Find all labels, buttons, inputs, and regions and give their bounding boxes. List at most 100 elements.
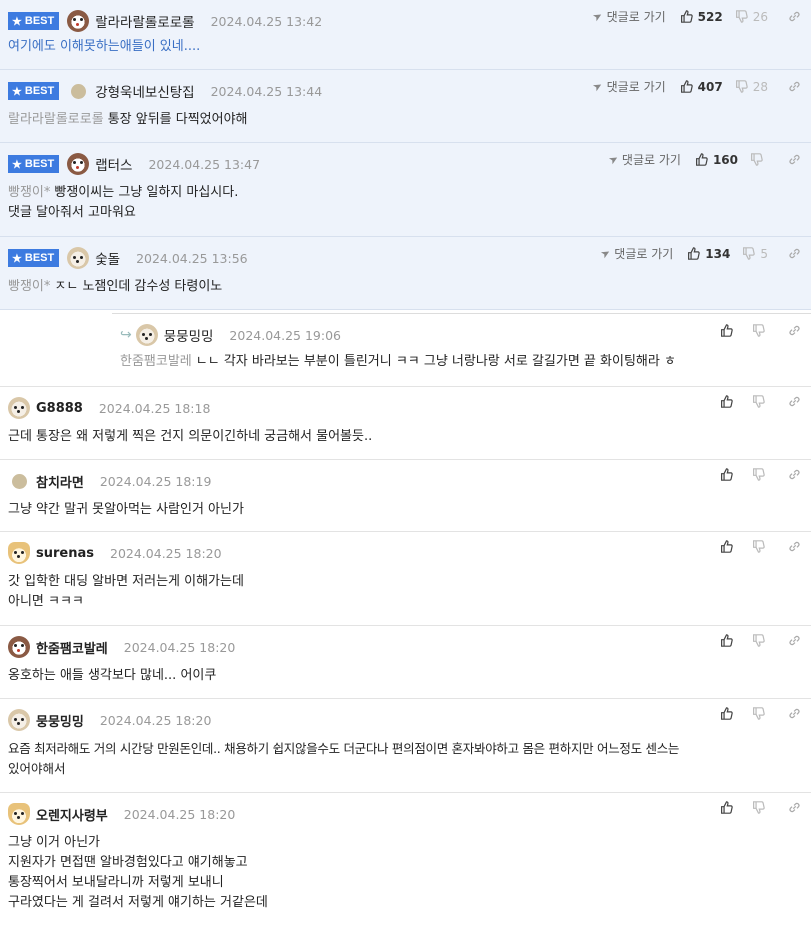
- comment-text: 근데 통장은 왜 저렇게 찍은 건지 의문이긴하네 궁금해서 물어볼듯..: [8, 429, 373, 444]
- dislike-button[interactable]: 28: [735, 80, 768, 94]
- link-icon[interactable]: [788, 10, 801, 23]
- like-button[interactable]: 407: [680, 80, 723, 94]
- star-icon: ★: [12, 15, 22, 28]
- best-badge: ★ BEST: [8, 249, 60, 267]
- like-button[interactable]: 134: [687, 247, 730, 261]
- comment-item: ★ BEST 랩터스 2024.04.25 13:47 ➤ 댓글로 가기 160 빵…: [0, 143, 811, 237]
- nickname[interactable]: G8888: [36, 401, 83, 416]
- dislike-button[interactable]: [752, 801, 770, 814]
- goto-comment-link[interactable]: ➤ 댓글로 가기: [590, 8, 666, 25]
- like-button[interactable]: [720, 324, 738, 337]
- dog-avatar-icon[interactable]: [67, 10, 90, 32]
- comment-actions: ➤ 댓글로 가기 522 26: [590, 8, 801, 25]
- link-icon[interactable]: [788, 634, 801, 647]
- puppy-avatar-icon[interactable]: [67, 247, 90, 269]
- dislike-button[interactable]: 26: [735, 10, 768, 24]
- like-button[interactable]: [720, 801, 738, 814]
- comment-item: G8888 2024.04.25 18:18 근데 통장은 왜 저렇게 찍은 건…: [0, 387, 811, 460]
- comment-actions: [720, 324, 801, 337]
- like-button[interactable]: 160: [695, 153, 738, 167]
- timestamp: 2024.04.25 18:20: [110, 545, 222, 561]
- circle-avatar-icon[interactable]: [12, 473, 27, 489]
- puppy-avatar-icon[interactable]: [8, 709, 30, 731]
- reply-target[interactable]: 빵쟁이*: [8, 279, 50, 294]
- thumbs-up-icon: [720, 324, 733, 337]
- dislike-button[interactable]: [752, 324, 770, 337]
- nickname[interactable]: 랩터스: [95, 154, 132, 174]
- puppy-avatar-icon[interactable]: [8, 397, 30, 419]
- link-icon[interactable]: [788, 153, 801, 166]
- dog-avatar-icon[interactable]: [8, 636, 30, 658]
- link-icon[interactable]: [788, 395, 801, 408]
- link-icon[interactable]: [788, 247, 801, 260]
- reply-arrow-icon: ↪: [120, 327, 132, 343]
- circle-avatar-icon[interactable]: [71, 83, 87, 99]
- best-badge: ★ BEST: [8, 155, 60, 173]
- like-button[interactable]: [720, 540, 738, 553]
- reply-target[interactable]: 빵쟁이*: [8, 185, 50, 200]
- dislike-button[interactable]: [752, 707, 770, 720]
- dislike-button[interactable]: [752, 540, 770, 553]
- link-icon[interactable]: [788, 80, 801, 93]
- timestamp: 2024.04.25 13:56: [136, 250, 248, 266]
- thumbs-down-icon: [752, 324, 765, 337]
- like-button[interactable]: [720, 634, 738, 647]
- reply-target[interactable]: 한줌팸코발레: [120, 354, 192, 369]
- dislike-button[interactable]: [752, 468, 770, 481]
- nickname[interactable]: 한줌팸코발레: [36, 638, 108, 657]
- timestamp: 2024.04.25 13:47: [148, 156, 261, 172]
- goto-comment-link[interactable]: ➤ 댓글로 가기: [591, 78, 666, 95]
- nickname[interactable]: surenas: [36, 546, 94, 561]
- thumbs-up-icon: [720, 801, 733, 814]
- goto-comment-link[interactable]: ➤ 댓글로 가기: [598, 245, 673, 262]
- like-button[interactable]: 522: [680, 10, 723, 24]
- like-button[interactable]: [720, 707, 738, 720]
- comment-item: ★ BEST 랄라라랄롤로로롤 2024.04.25 13:42 ➤ 댓글로 가기 …: [0, 0, 811, 70]
- thumbs-down-icon: [750, 153, 763, 166]
- link-icon[interactable]: [788, 540, 801, 553]
- link-icon[interactable]: [788, 801, 801, 814]
- comment-text: 요즘 최저라해도 거의 시간당 만원돈인데.. 채용하기 쉽지않을수도 더군다나…: [8, 741, 680, 776]
- nickname[interactable]: 숯돌: [95, 248, 120, 268]
- thumbs-up-icon: [720, 395, 733, 408]
- puppy-avatar-icon[interactable]: [135, 324, 158, 346]
- fox-avatar-icon[interactable]: [8, 542, 30, 564]
- nickname[interactable]: 뭉뭉밍밍: [36, 711, 84, 730]
- comment-text: 빵쟁이* 빵쟁이씨는 그냥 일하지 마십시다. 댓글 달아줘서 고마워요: [8, 185, 239, 220]
- send-arrow-icon: ➤: [598, 245, 613, 262]
- thumbs-down-icon: [742, 247, 756, 260]
- dog-avatar-icon[interactable]: [67, 153, 90, 175]
- comment-actions: ➤ 댓글로 가기 407 28: [591, 78, 801, 95]
- comment-text: 그냥 이거 아닌가 지원자가 면접땐 알바경험있다고 얘기해놓고 통장찍어서 보…: [8, 835, 268, 910]
- comment-actions: ➤ 댓글로 가기 134 5: [598, 245, 801, 262]
- link-icon[interactable]: [788, 707, 801, 720]
- link-icon[interactable]: [788, 324, 801, 337]
- comment-text: 한줌팸코발레 ㄴㄴ 각자 바라보는 부분이 틀린거니 ㅋㅋ 그냥 너랑나랑 서로 …: [120, 354, 676, 369]
- comment-text: 갓 입학한 대딩 알바면 저러는게 이해가는데 아니면 ㅋㅋㅋ: [8, 574, 244, 609]
- goto-comment-link[interactable]: ➤ 댓글로 가기: [606, 151, 681, 168]
- nickname[interactable]: 뭉뭉밍밍: [164, 325, 214, 345]
- like-button[interactable]: [720, 468, 738, 481]
- dislike-button[interactable]: [752, 395, 770, 408]
- send-arrow-icon: ➤: [590, 8, 606, 25]
- dislike-button[interactable]: [750, 153, 768, 166]
- thumbs-up-icon: [695, 153, 708, 166]
- star-icon: ★: [12, 85, 22, 98]
- thumbs-down-icon: [752, 540, 765, 553]
- dislike-button[interactable]: [752, 634, 770, 647]
- nickname[interactable]: 랄라라랄롤로로롤: [95, 11, 194, 31]
- thumbs-up-icon: [680, 80, 693, 93]
- thumbs-down-icon: [752, 634, 765, 647]
- fox-avatar-icon[interactable]: [8, 803, 30, 825]
- comment-item: 참치라면 2024.04.25 18:19 그냥 약간 말귀 못알아먹는 사람인…: [0, 460, 811, 532]
- like-button[interactable]: [720, 395, 738, 408]
- reply-target[interactable]: 랄라라랄롤로로롤: [8, 112, 104, 127]
- comment-text: 옹호하는 애들 생각보다 많네... 어이쿠: [8, 668, 217, 683]
- link-icon[interactable]: [788, 468, 801, 481]
- dislike-button[interactable]: 5: [742, 247, 768, 261]
- nickname[interactable]: 오렌지사령부: [36, 805, 108, 824]
- comment-actions: [720, 634, 801, 647]
- nickname[interactable]: 참치라면: [36, 472, 84, 491]
- nickname[interactable]: 강형욱네보신탕집: [95, 81, 194, 101]
- timestamp: 2024.04.25 18:19: [99, 473, 212, 489]
